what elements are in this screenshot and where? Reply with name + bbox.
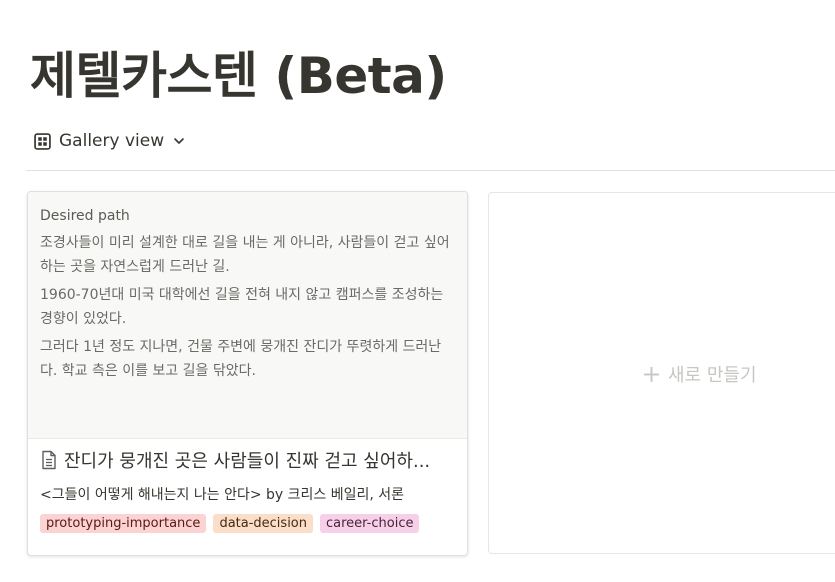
- tag: data-decision: [213, 514, 313, 533]
- view-label: Gallery view: [59, 131, 165, 151]
- preview-paragraph: 1960-70년대 미국 대학에선 길을 전혀 내지 않고 캠퍼스를 조성하는 …: [40, 287, 444, 327]
- new-card-label: 새로 만들기: [668, 365, 757, 386]
- gallery-grid-icon: [34, 132, 51, 150]
- tag-list: prototyping-importance data-decision car…: [40, 514, 455, 533]
- tag: prototyping-importance: [40, 514, 207, 533]
- new-card-button[interactable]: 새로 만들기: [488, 192, 835, 554]
- preview-heading: Desired path: [40, 208, 130, 224]
- gallery-view-switcher[interactable]: Gallery view: [34, 131, 185, 151]
- page-title: 제텔카스텐 (Beta): [30, 47, 447, 105]
- card-body: 잔디가 뭉개진 곳은 사람들이 진짜 걷고 싶어하... <그들이 어떻게 해내…: [40, 447, 455, 533]
- card-title-text: 잔디가 뭉개진 곳은 사람들이 진짜 걷고 싶어하...: [64, 451, 431, 472]
- chevron-down-icon: [174, 138, 184, 144]
- preview-paragraph: 그러다 1년 정도 지나면, 건물 주변에 뭉개진 잔디가 뚜렷하게 드러난다.…: [40, 339, 442, 379]
- document-icon: [42, 450, 56, 470]
- card-preview: Desired path 조경사들이 미리 설계한 대로 길을 내는 게 아니라…: [28, 192, 467, 439]
- header-divider: [26, 170, 835, 171]
- preview-paragraph: 조경사들이 미리 설계한 대로 길을 내는 게 아니라, 사람들이 걷고 싶어하…: [40, 235, 450, 275]
- card-title[interactable]: 잔디가 뭉개진 곳은 사람들이 진짜 걷고 싶어하...: [40, 447, 455, 473]
- gallery-card[interactable]: Desired path 조경사들이 미리 설계한 대로 길을 내는 게 아니라…: [27, 191, 468, 556]
- card-source: <그들이 어떻게 해내는지 나는 안다> by 크리스 베일리, 서론: [40, 487, 405, 503]
- new-card-content: 새로 만들기: [643, 361, 757, 387]
- tag: career-choice: [320, 514, 420, 533]
- plus-icon: [644, 366, 659, 382]
